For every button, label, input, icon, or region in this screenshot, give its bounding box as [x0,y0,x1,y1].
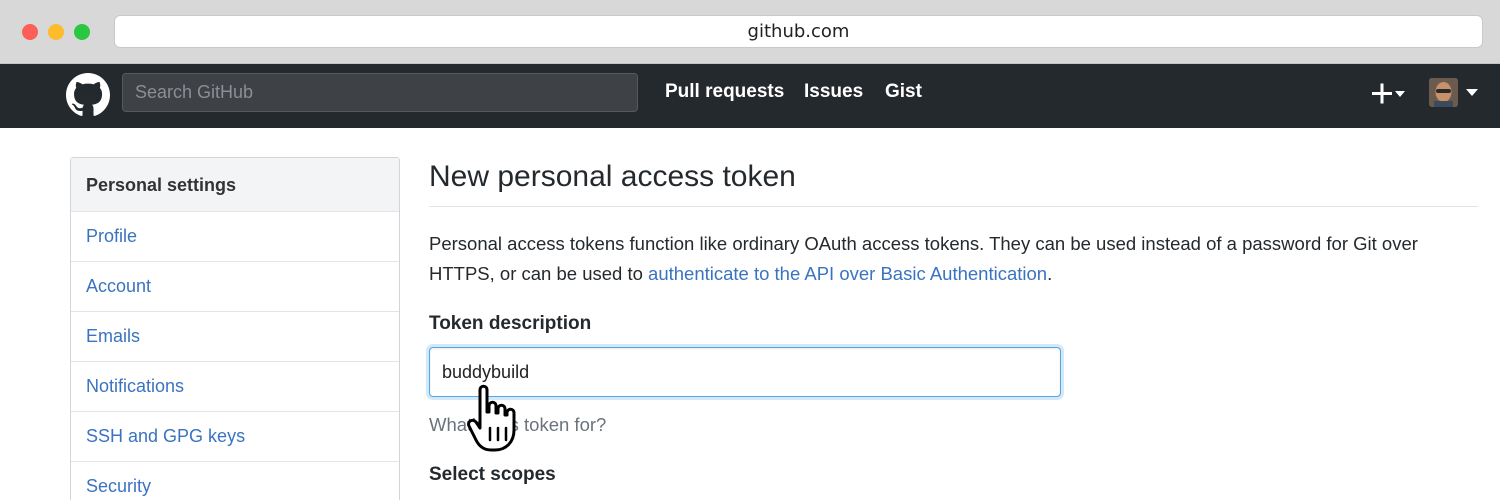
zoom-window-button[interactable] [74,24,90,40]
select-scopes-label: Select scopes [429,464,556,485]
nav-pull-requests[interactable]: Pull requests [665,81,784,103]
token-description-label: Token description [429,313,592,334]
sidebar-item-ssh-gpg-keys[interactable]: SSH and GPG keys [71,412,399,462]
avatar [1429,78,1458,107]
token-help-text: What's this token for? [429,414,607,435]
close-window-button[interactable] [22,24,38,40]
browser-chrome: github.com [0,0,1500,64]
sidebar-item-security[interactable]: Security [71,462,399,500]
intro-paragraph: Personal access tokens function like ord… [429,229,1478,289]
sidebar-item-account[interactable]: Account [71,262,399,312]
main-content: New personal access token Personal acces… [429,157,1479,486]
github-logo-icon[interactable] [66,73,110,117]
caret-down-icon [1395,91,1405,97]
github-header: Pull requests Issues Gist [0,64,1500,128]
plus-icon [1372,83,1405,104]
caret-down-icon [1466,89,1478,96]
minimize-window-button[interactable] [48,24,64,40]
create-new-menu[interactable] [1371,80,1411,108]
nav-issues[interactable]: Issues [804,81,863,103]
address-bar[interactable]: github.com [114,15,1483,48]
intro-end: . [1047,263,1053,284]
sidebar-item-profile[interactable]: Profile [71,212,399,262]
sidebar-item-notifications[interactable]: Notifications [71,362,399,412]
search-input[interactable] [122,73,638,112]
nav-gist[interactable]: Gist [885,81,922,103]
token-description-input[interactable] [429,347,1061,397]
sidebar-item-emails[interactable]: Emails [71,312,399,362]
page-title: New personal access token [429,157,1478,207]
user-menu[interactable] [1429,78,1481,108]
settings-sidebar: Personal settings Profile Account Emails… [70,157,400,500]
basic-auth-link[interactable]: authenticate to the API over Basic Authe… [648,263,1047,284]
sidebar-heading: Personal settings [71,158,399,212]
